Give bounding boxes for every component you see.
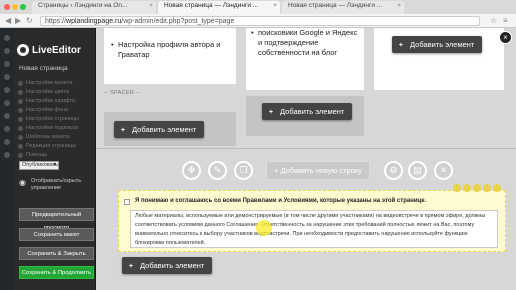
close-tab-icon[interactable]: × <box>149 2 153 9</box>
settings-element-icon[interactable] <box>483 184 491 192</box>
add-element-button[interactable]: + Добавить элемент <box>122 257 213 274</box>
posts-icon[interactable] <box>4 48 10 54</box>
status-select[interactable]: Опубликовать <box>19 161 59 170</box>
page-title: Новая страница <box>19 65 68 72</box>
agree-title: Я понимаю и соглашаюсь со всеми Правилам… <box>135 198 427 204</box>
save-continue-button[interactable]: Сохранить & Продолжить <box>19 266 94 279</box>
move-row-icon[interactable]: ✥ <box>182 161 201 180</box>
comments-icon[interactable] <box>4 87 10 93</box>
close-editor-icon[interactable]: × <box>499 31 512 44</box>
back-icon[interactable]: ◀ <box>5 16 11 25</box>
tools-icon[interactable] <box>4 139 10 145</box>
plus-icon: + <box>128 261 134 270</box>
spacer-label: -- SPACER -- <box>104 90 141 96</box>
add-element-button[interactable]: + Добавить элемент <box>262 103 353 120</box>
menu-item-templates[interactable]: Шаблоны макета <box>14 133 96 142</box>
editor-settings-menu: Настройки макета Настройки цвета Настрой… <box>14 79 96 160</box>
live-editor-logo: LiveEditor <box>17 43 81 57</box>
menu-item-layout[interactable]: Настройки макета <box>14 79 96 88</box>
close-window-dot[interactable] <box>4 4 10 10</box>
menu-item-subscribe[interactable]: Настройки подписки <box>14 124 96 133</box>
list-item: Настройка профиля автора и Граватар <box>111 40 232 60</box>
delete-element-icon[interactable] <box>493 184 501 192</box>
menu-item-background[interactable]: Настройки фона <box>14 106 96 115</box>
save-layout-button[interactable]: Сохранить макет <box>19 228 94 241</box>
agree-terms-text[interactable]: Любые материалы, используемые или демонс… <box>130 210 498 248</box>
add-element-button[interactable]: + Добавить элемент <box>114 121 205 138</box>
close-tab-icon[interactable]: × <box>397 2 401 9</box>
element-toolbar <box>453 184 501 192</box>
copy-row-icon[interactable]: ❐ <box>234 161 253 180</box>
reload-icon[interactable]: ↻ <box>26 16 33 25</box>
browser-tab-new-page[interactable]: Новая страница — Лэндинги ... × <box>282 1 404 14</box>
maximize-window-dot[interactable] <box>20 4 26 10</box>
live-editor-logo-icon <box>17 44 29 56</box>
browser-tab-bar: Страницы ‹ Лэндинги на Оn... × Новая стра… <box>0 0 516 14</box>
menu-item-revisions[interactable]: Редакция страницы <box>14 142 96 151</box>
menu-item-page[interactable]: Настройки страницы <box>14 115 96 124</box>
media-icon[interactable] <box>4 61 10 67</box>
appearance-icon[interactable] <box>4 100 10 106</box>
browser-tab-pages[interactable]: Страницы ‹ Лэндинги на Оn... × <box>32 1 156 14</box>
wp-admin-sidebar <box>0 28 14 290</box>
forward-icon[interactable]: ▶ <box>15 16 21 25</box>
delete-row-icon[interactable]: ✕ <box>434 161 453 180</box>
address-bar-row: ◀ ▶ ↻ https://wplandingpage.ru/wp-admin/… <box>0 14 516 28</box>
plus-icon: + <box>398 40 404 49</box>
cursor-highlight <box>256 220 272 236</box>
live-editor-panel: LiveEditor Новая страница Настройки маке… <box>14 28 96 290</box>
toggle-controls[interactable]: ◉ Отображать/скрыть управление <box>19 178 95 192</box>
add-element-button[interactable]: + Добавить элемент <box>392 36 483 53</box>
eye-icon: ◉ <box>19 178 26 187</box>
star-icon[interactable]: ☆ <box>490 16 497 25</box>
add-new-row-button[interactable]: + Добавить новую строку <box>266 161 370 180</box>
browser-tab-new-page-active[interactable]: Новая страница — Лэндинги ... × <box>158 1 280 14</box>
users-icon[interactable] <box>4 126 10 132</box>
agree-checkbox[interactable] <box>124 199 130 205</box>
plus-icon: + <box>120 125 126 134</box>
menu-item-help[interactable]: Помощь <box>14 151 96 160</box>
edit-row-icon[interactable]: ✎ <box>208 161 227 180</box>
preview-button[interactable]: Предварительный просмотр <box>19 208 94 231</box>
settings-icon[interactable] <box>4 152 10 158</box>
edit-element-icon[interactable] <box>463 184 471 192</box>
list-item: поисковики Google и Яндекс и подтвержден… <box>251 28 362 58</box>
copy-element-icon[interactable] <box>473 184 481 192</box>
menu-icon[interactable]: ≡ <box>503 16 508 25</box>
pages-icon[interactable] <box>4 74 10 80</box>
menu-item-color[interactable]: Настройки цвета <box>14 88 96 97</box>
dashboard-icon[interactable] <box>4 35 10 41</box>
settings-row-icon[interactable]: ⚙ <box>384 161 403 180</box>
row-separator <box>96 148 516 149</box>
plus-icon: + <box>268 107 274 116</box>
plugins-icon[interactable] <box>4 113 10 119</box>
url-input[interactable]: https://wplandingpage.ru/wp-admin/edit.p… <box>40 16 480 26</box>
save-close-button[interactable]: Сохранить & Закрыть <box>19 247 94 260</box>
move-element-icon[interactable] <box>453 184 461 192</box>
close-tab-icon[interactable]: × <box>273 2 277 9</box>
minimize-window-dot[interactable] <box>12 4 18 10</box>
layout-row-icon[interactable]: ▤ <box>408 161 427 180</box>
menu-item-font[interactable]: Настройки шрифта <box>14 97 96 106</box>
